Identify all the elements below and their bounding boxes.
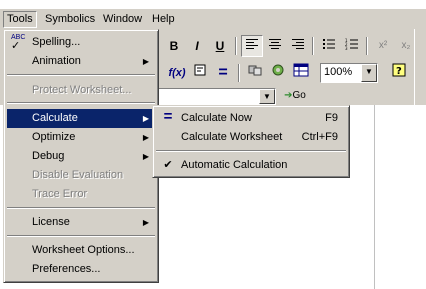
zoom-select[interactable]: 100% ▼ (320, 63, 378, 83)
menu-item-protect-worksheet: Protect Worksheet... (32, 84, 132, 96)
menu-item-worksheet-options[interactable]: Worksheet Options... (7, 241, 155, 260)
menu-item-disable-evaluation: Disable Evaluation (32, 169, 124, 181)
align-right-icon[interactable] (287, 35, 309, 57)
menu-item-license[interactable]: License ▶ (7, 213, 155, 232)
bold-button[interactable]: B (163, 35, 185, 57)
toolbar-separator (238, 64, 240, 82)
menu-separator (7, 102, 155, 104)
resource-gear-icon[interactable] (267, 62, 289, 84)
toolbar-separator (235, 37, 237, 55)
chevron-right-icon: ▶ (142, 152, 149, 161)
right-margin-line (374, 105, 375, 289)
component-icon[interactable] (244, 62, 266, 84)
menu-item-automatic-calculation[interactable]: ✔ Automatic Calculation (156, 156, 346, 175)
toolbar-separator (366, 37, 368, 55)
menu-bar: Tools Symbolics Window Help (0, 9, 426, 29)
menu-item-trace-error: Trace Error (32, 188, 88, 200)
calculate-equals-icon: = (163, 108, 173, 125)
zoom-value: 100% (324, 66, 353, 78)
numbered-list-icon[interactable]: 123 (341, 35, 363, 57)
spellcheck-icon: ABC ✓ (11, 34, 26, 52)
chevron-right-icon: ▶ (142, 218, 149, 227)
go-label: Go (292, 90, 306, 101)
go-button[interactable]: ➔Go (280, 87, 310, 105)
superscript-button[interactable]: x² (372, 35, 394, 57)
chevron-down-icon[interactable]: ▼ (259, 89, 275, 104)
function-icon[interactable]: f(x) (166, 62, 188, 84)
table-icon[interactable] (290, 62, 312, 84)
menu-item-spelling[interactable]: ABC ✓ Spelling... (7, 33, 155, 52)
menu-help[interactable]: Help (148, 11, 179, 28)
menu-tools[interactable]: Tools (3, 11, 37, 28)
menu-item-debug[interactable]: Debug ▶ (7, 147, 155, 166)
menu-separator (7, 74, 155, 76)
menu-item-animation[interactable]: Animation ▶ (7, 52, 155, 71)
shortcut-label: Ctrl+F9 (301, 131, 338, 143)
chevron-right-icon: ▶ (142, 133, 149, 142)
bullet-list-icon[interactable] (318, 35, 340, 57)
menu-item-calculate[interactable]: Calculate ▶ (7, 109, 155, 128)
calculate-submenu: = Calculate Now F9 Calculate Worksheet C… (152, 105, 350, 178)
menu-symbolics[interactable]: Symbolics (41, 11, 99, 28)
underline-button[interactable]: U (209, 35, 231, 57)
chevron-down-icon[interactable]: ▼ (361, 64, 377, 82)
menu-item-calculate-worksheet[interactable]: Calculate Worksheet Ctrl+F9 (156, 128, 346, 147)
svg-text:3: 3 (345, 46, 348, 50)
svg-text:?: ? (396, 66, 402, 77)
menu-item-preferences[interactable]: Preferences... (7, 260, 155, 279)
menu-item-calculate-now[interactable]: = Calculate Now F9 (156, 109, 346, 128)
toolbar-separator (312, 37, 314, 55)
chevron-right-icon: ▶ (142, 57, 149, 66)
menu-window[interactable]: Window (99, 11, 146, 28)
shortcut-label: F9 (325, 112, 338, 124)
insert-unit-icon[interactable] (189, 62, 211, 84)
menu-separator (7, 207, 155, 209)
equals-icon[interactable]: = (212, 62, 234, 84)
menu-item-optimize[interactable]: Optimize ▶ (7, 128, 155, 147)
align-center-icon[interactable] (264, 35, 286, 57)
tools-menu: ABC ✓ Spelling... Animation ▶ Protect Wor… (3, 29, 159, 283)
style-select[interactable]: ▼ (150, 88, 276, 105)
menu-separator (156, 150, 346, 152)
checkmark-icon: ✔ (163, 159, 173, 171)
help-icon[interactable]: ? (388, 62, 410, 84)
menu-separator (7, 235, 155, 237)
italic-button[interactable]: I (186, 35, 208, 57)
chevron-right-icon: ▶ (142, 114, 149, 123)
align-left-icon[interactable] (241, 35, 263, 57)
go-arrow-icon: ➔ (284, 90, 293, 101)
toolbar-edge (414, 29, 426, 105)
